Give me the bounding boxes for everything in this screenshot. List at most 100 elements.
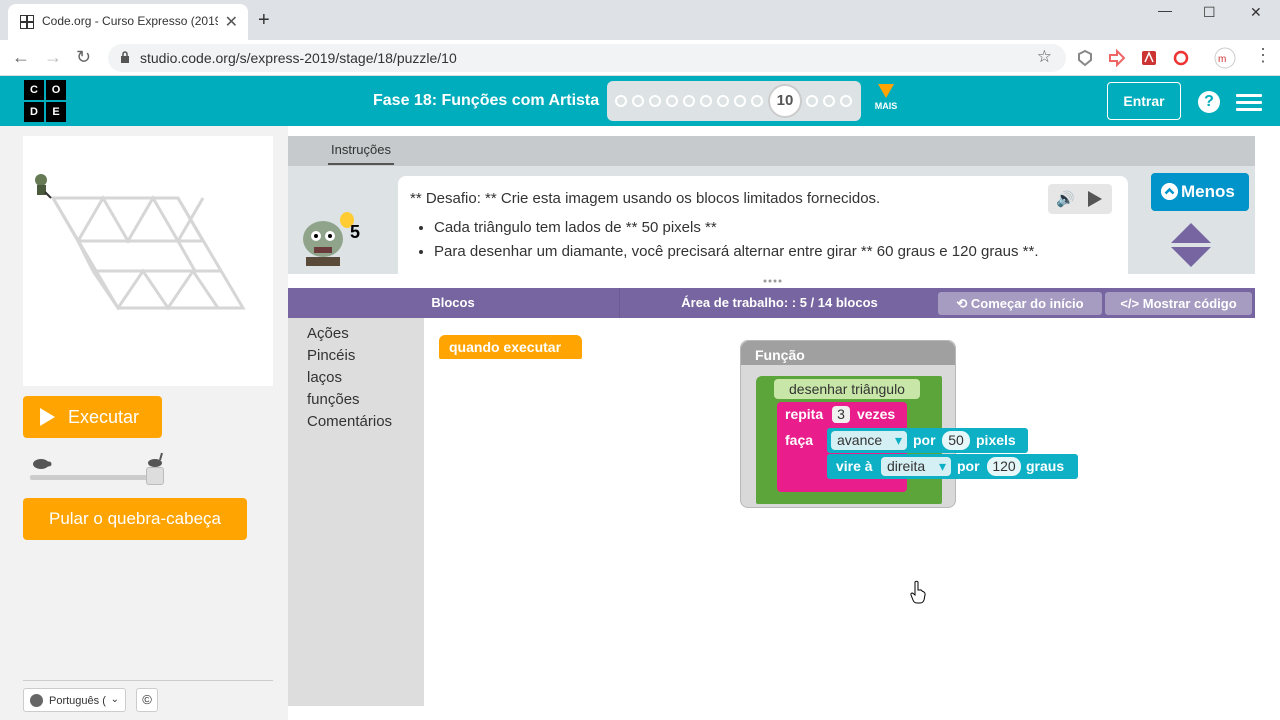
codeorg-logo[interactable]: C O D E xyxy=(24,80,66,122)
puzzle-dot[interactable] xyxy=(615,95,627,107)
play-audio-icon[interactable] xyxy=(1088,191,1102,207)
puzzle-dot[interactable] xyxy=(649,95,661,107)
hamburger-menu-icon[interactable] xyxy=(1236,94,1262,112)
collapse-instructions-button[interactable]: Menos xyxy=(1151,173,1249,211)
globe-icon xyxy=(30,694,43,707)
puzzle-dot[interactable] xyxy=(666,95,678,107)
code-icon: </> xyxy=(1120,296,1143,311)
signin-button[interactable]: Entrar xyxy=(1107,82,1181,120)
minimize-window-button[interactable]: — xyxy=(1158,2,1172,18)
close-tab-icon[interactable]: ✕ xyxy=(225,12,238,32)
bookmark-star-icon[interactable]: ☆ xyxy=(1037,47,1052,67)
instructions-tab-bar: Instruções xyxy=(288,136,1255,166)
when-run-block[interactable]: quando executar xyxy=(439,335,582,359)
block-toolbox: Ações Pincéis laços funções Comentários xyxy=(288,318,424,706)
puzzle-dot[interactable] xyxy=(734,95,746,107)
current-puzzle-number[interactable]: 10 xyxy=(768,84,802,118)
language-select[interactable]: Português ( ⌄ xyxy=(23,688,126,712)
browser-toolbar: ← → ↻ studio.code.org/s/express-2019/sta… xyxy=(0,40,1280,76)
lock-icon xyxy=(121,51,129,63)
extension-shield-icon[interactable] xyxy=(1076,49,1094,67)
toolbox-category-comments[interactable]: Comentários xyxy=(307,413,392,430)
instructions-bullet: Para desenhar um diamante, você precisar… xyxy=(434,240,1074,264)
puzzle-dot[interactable] xyxy=(840,95,852,107)
copyright-button[interactable]: © xyxy=(136,688,158,712)
speed-slider-handle[interactable] xyxy=(146,467,164,485)
restart-icon: ⟲ xyxy=(956,296,971,311)
distance-field[interactable]: 50 xyxy=(942,431,970,450)
function-frame-header: Função xyxy=(741,341,955,365)
toolbox-header: Blocos xyxy=(431,295,475,310)
puzzle-dot[interactable] xyxy=(632,95,644,107)
workspace-header: Blocos Área de trabalho: : 5 / 14 blocos… xyxy=(288,288,1255,318)
puzzle-dot[interactable] xyxy=(717,95,729,107)
svg-text:m: m xyxy=(1218,54,1226,65)
forward-arrow-icon[interactable]: → xyxy=(44,47,62,68)
toolbox-category-functions[interactable]: funções xyxy=(307,391,360,408)
resize-grip-icon[interactable] xyxy=(762,278,782,284)
reload-icon[interactable]: ↻ xyxy=(76,47,91,68)
audio-controls: 🔊 xyxy=(1048,184,1112,214)
angle-field[interactable]: 120 xyxy=(987,457,1021,476)
pdf-extension-icon[interactable] xyxy=(1140,49,1158,67)
extension-swirl-icon[interactable] xyxy=(1172,49,1190,67)
hint-count: 5 xyxy=(350,222,361,242)
speaker-icon[interactable]: 🔊 xyxy=(1056,190,1075,208)
function-name-field[interactable]: desenhar triângulo xyxy=(774,379,920,399)
puzzle-dot[interactable] xyxy=(751,95,763,107)
chevron-up-icon xyxy=(1161,183,1178,200)
new-tab-button[interactable]: + xyxy=(258,9,270,32)
stage-title[interactable]: Fase 18: Funções com Artista xyxy=(373,92,599,110)
puzzle-progress-bar: 10 xyxy=(607,81,861,121)
toolbox-category-brushes[interactable]: Pincéis xyxy=(307,347,355,364)
footer-divider xyxy=(23,680,273,681)
turn-direction-dropdown[interactable]: direita ▾ xyxy=(881,457,951,476)
tab-title: Code.org - Curso Expresso (2019 xyxy=(42,14,218,28)
browser-tab[interactable]: Code.org - Curso Expresso (2019 ✕ xyxy=(8,4,248,40)
turn-block[interactable]: vire à direita ▾ por 120 graus xyxy=(827,454,1078,479)
address-bar[interactable]: studio.code.org/s/express-2019/stage/18/… xyxy=(108,44,1066,72)
close-window-button[interactable]: ✕ xyxy=(1250,4,1262,21)
instructions-list: Cada triângulo tem lados de ** 50 pixels… xyxy=(434,216,1074,264)
repeat-word: repita xyxy=(785,406,824,422)
instructions-line: ** Desafio: ** Crie esta imagem usando o… xyxy=(410,190,881,207)
show-code-button[interactable]: </> Mostrar código xyxy=(1105,292,1252,315)
tab-instructions[interactable]: Instruções xyxy=(328,142,394,165)
restart-button[interactable]: ⟲ Começar do início xyxy=(938,292,1102,315)
chevron-down-icon: ⌄ xyxy=(110,694,119,705)
skip-puzzle-button[interactable]: Pular o quebra-cabeça xyxy=(23,498,247,540)
speed-slider-track[interactable] xyxy=(30,475,160,480)
more-puzzles-button[interactable]: MAIS xyxy=(872,84,900,111)
puzzle-dot[interactable] xyxy=(700,95,712,107)
browser-menu-icon[interactable]: ⋮ xyxy=(1254,45,1272,66)
direction-dropdown[interactable]: avance ▾ xyxy=(831,431,907,450)
play-icon xyxy=(40,408,55,426)
maximize-window-button[interactable]: ☐ xyxy=(1203,4,1216,21)
puzzle-dot[interactable] xyxy=(683,95,695,107)
rabbit-icon xyxy=(148,452,163,467)
toolbox-category-actions[interactable]: Ações xyxy=(307,325,349,342)
run-button[interactable]: Executar xyxy=(23,396,162,438)
profile-avatar-icon[interactable]: m xyxy=(1214,47,1236,69)
dropdown-arrow-icon: ▾ xyxy=(894,432,902,448)
hand-cursor-icon xyxy=(910,580,926,604)
puzzle-dot[interactable] xyxy=(806,95,818,107)
times-word: vezes xyxy=(857,406,896,422)
site-header: C O D E Fase 18: Funções com Artista 10 … xyxy=(0,76,1280,126)
move-forward-block[interactable]: avance ▾ por 50 pixels xyxy=(827,428,1028,453)
help-icon[interactable]: ? xyxy=(1198,91,1220,113)
do-word: faça xyxy=(785,432,814,448)
back-arrow-icon[interactable]: ← xyxy=(12,47,30,68)
workspace-title: Área de trabalho: : 5 / 14 blocos xyxy=(619,288,939,318)
artist-character-icon xyxy=(35,174,52,199)
turtle-icon xyxy=(33,459,52,469)
left-panel: Executar Pular o quebra-cabeça Português… xyxy=(0,126,288,720)
repeat-count-field[interactable]: 3 xyxy=(832,406,850,423)
instructions-panel: 5 ** Desafio: ** Crie esta imagem usando… xyxy=(288,166,1255,274)
toolbox-category-loops[interactable]: laços xyxy=(307,369,342,386)
extension-arrow-icon[interactable] xyxy=(1108,49,1126,67)
dropdown-arrow-icon: ▾ xyxy=(938,458,946,474)
puzzle-dot[interactable] xyxy=(823,95,835,107)
instructions-bullet: Cada triângulo tem lados de ** 50 pixels… xyxy=(434,216,1074,240)
resize-diamond-icon[interactable] xyxy=(1171,223,1211,267)
